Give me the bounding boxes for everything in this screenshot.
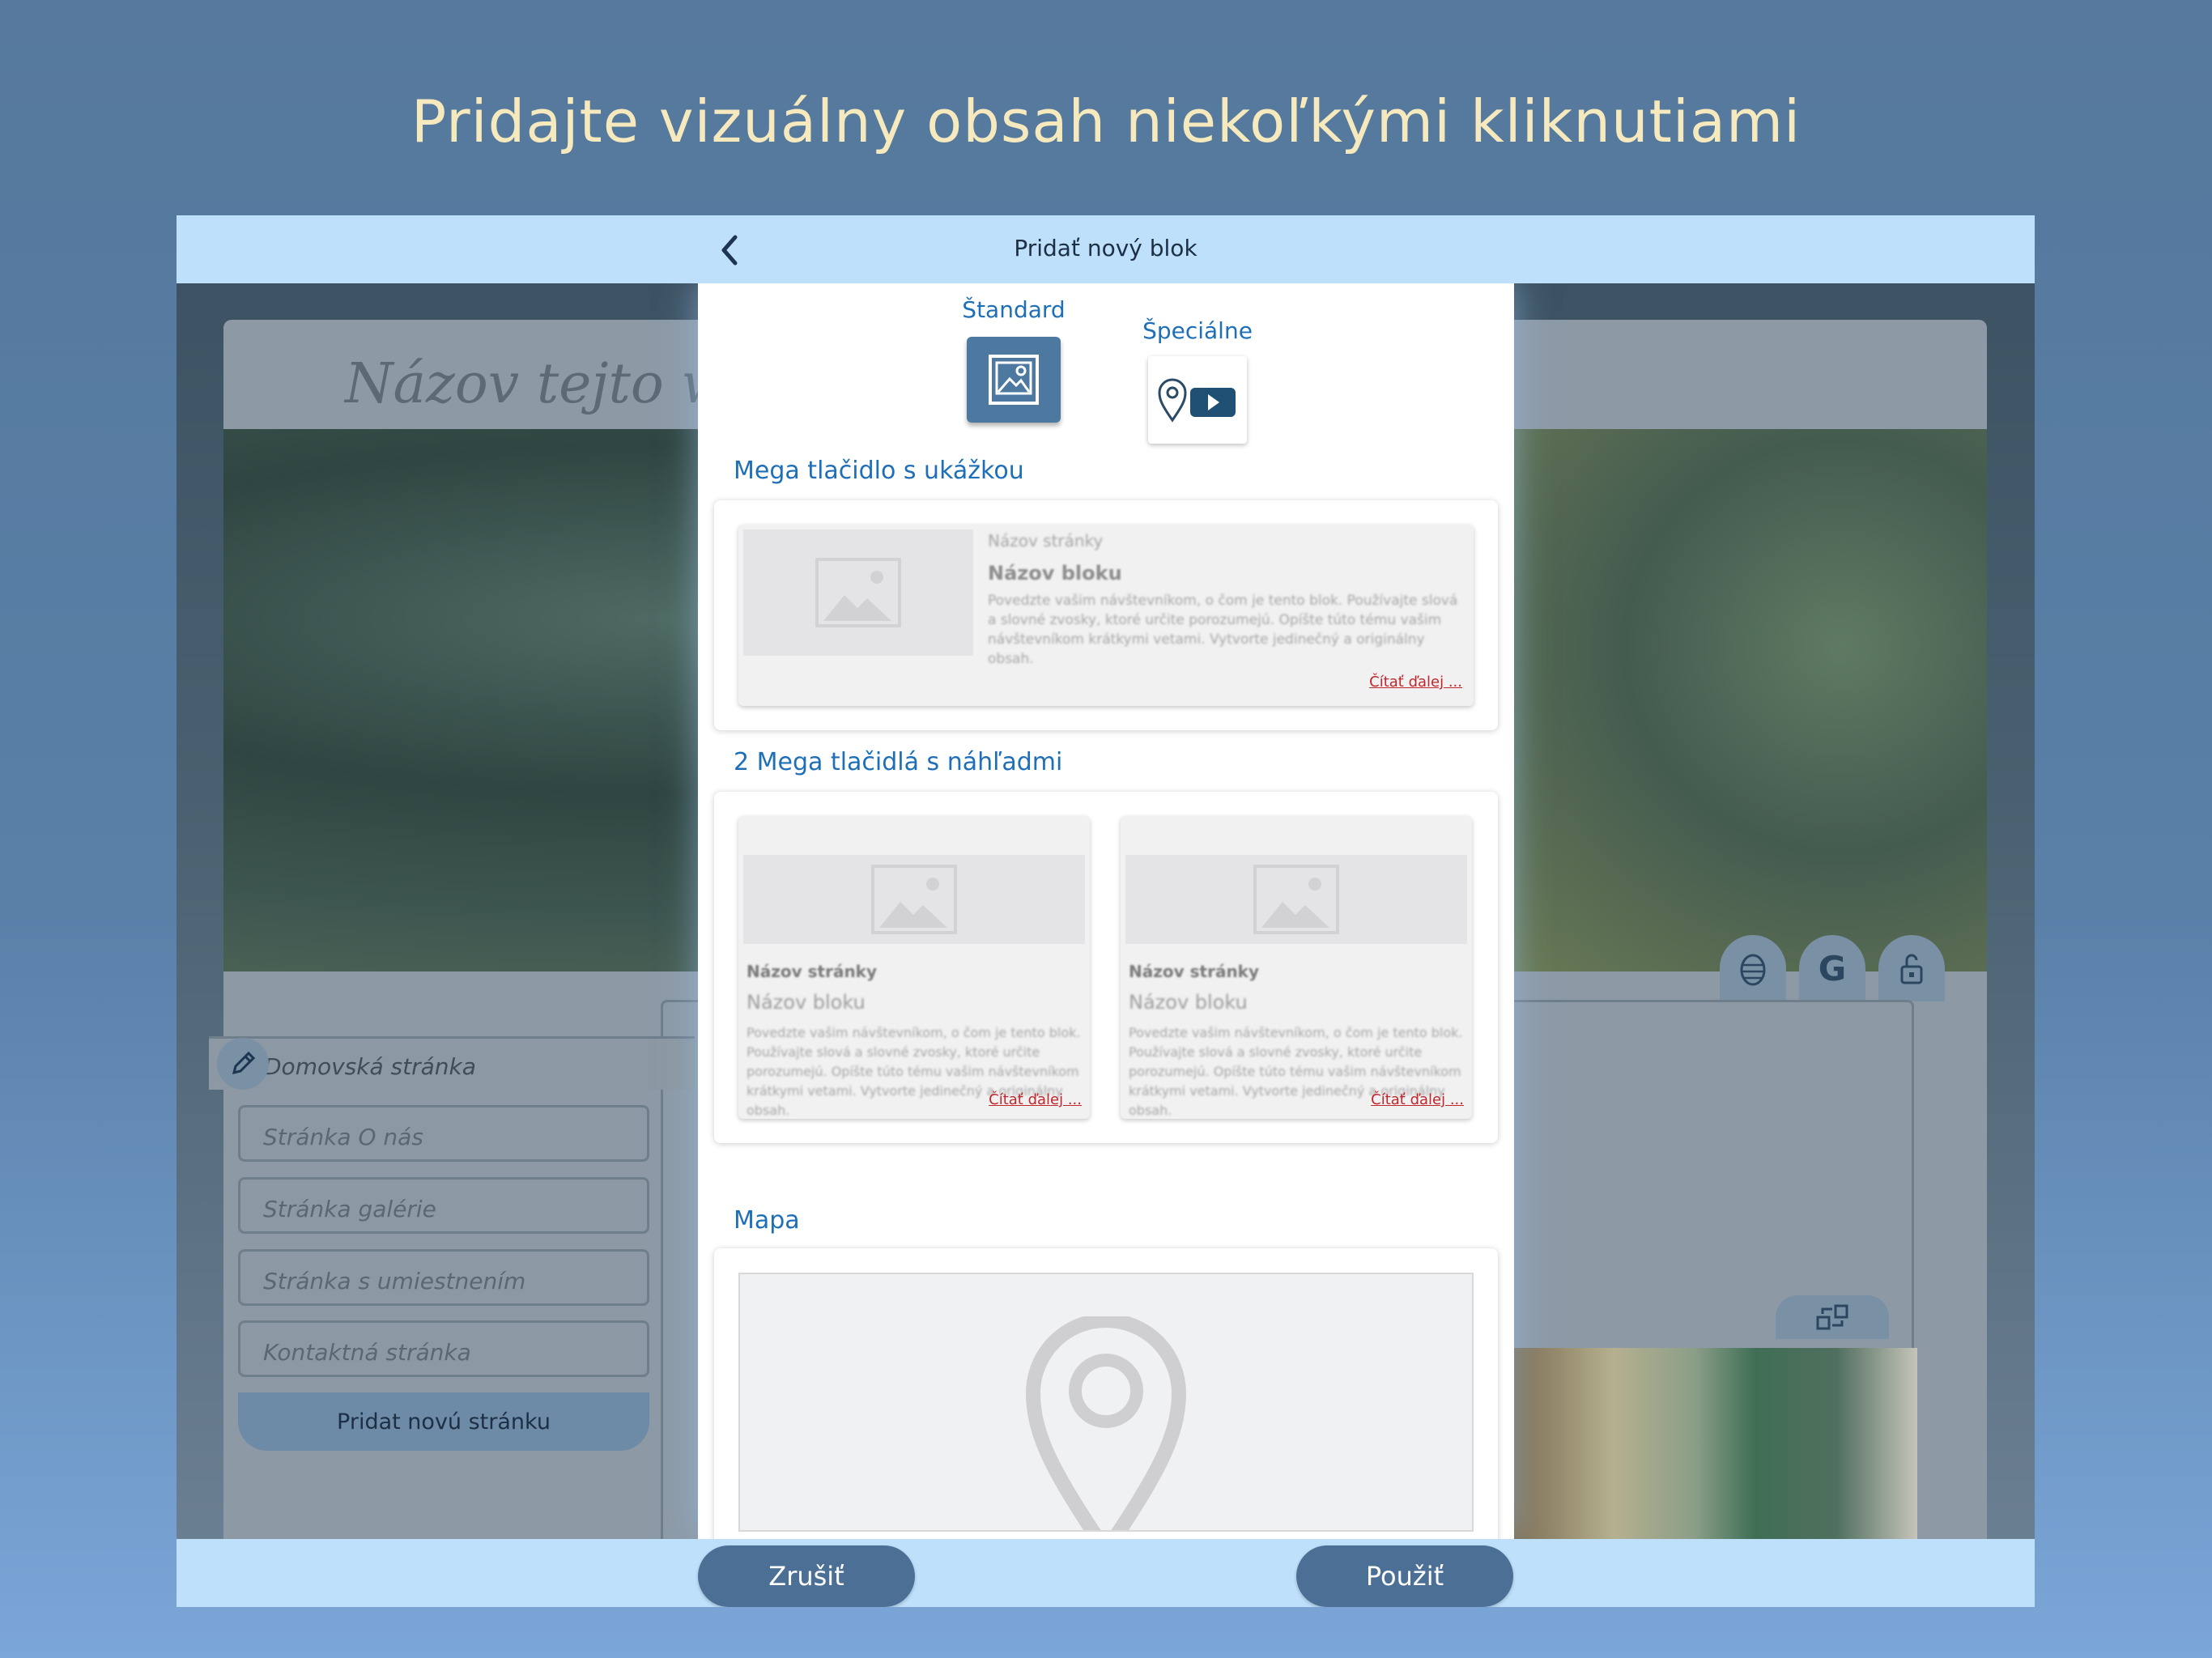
map-preview	[738, 1273, 1474, 1532]
apply-button[interactable]: Použiť	[1296, 1545, 1513, 1607]
placeholder-image-icon	[743, 529, 973, 656]
home-page-item[interactable]: Domovská stránka	[209, 1036, 695, 1090]
card-block-name: Názov bloku	[988, 562, 1122, 585]
nav-item-about[interactable]: Stránka O nás	[238, 1105, 649, 1162]
placeholder-image-icon	[1125, 855, 1467, 944]
headline: Pridajte vizuálny obsah niekoľkými klikn…	[410, 87, 1802, 155]
read-more-link: Čítať ďalej ...	[989, 1091, 1082, 1108]
card-page-name: Názov stránky	[747, 962, 878, 981]
tab-special-label[interactable]: Špeciálne	[1117, 317, 1278, 344]
top-bar: Pridať nový blok	[177, 215, 2035, 283]
nav-item-location[interactable]: Stránka s umiestnením	[238, 1249, 649, 1306]
block-option-mega-button[interactable]: Názov stránky Názov bloku Povedzte vašim…	[714, 500, 1498, 730]
cancel-button[interactable]: Zrušiť	[698, 1545, 915, 1607]
read-more-link: Čítať ďalej ...	[1371, 1091, 1464, 1108]
card-block-name: Názov bloku	[1129, 991, 1248, 1014]
bottom-bar: Zrušiť Použiť	[177, 1539, 2035, 1607]
tab-special[interactable]	[1148, 356, 1247, 444]
section-title-mega-button: Mega tlačidlo s ukážkou	[734, 457, 1024, 485]
block-option-map[interactable]	[714, 1248, 1498, 1539]
unlock-icon[interactable]	[1878, 935, 1945, 1001]
add-page-button[interactable]: Pridat novú stránku	[238, 1392, 649, 1451]
easter-egg-icon[interactable]	[1720, 935, 1786, 1001]
nav-item-contact[interactable]: Kontaktná stránka	[238, 1320, 649, 1377]
block-preview-card: Názov stránky Názov bloku Povedzte vašim…	[738, 525, 1474, 706]
block-preview-card-left: Názov stránky Názov bloku Povedzte vašim…	[738, 816, 1090, 1119]
block-option-two-mega-buttons[interactable]: Názov stránky Názov bloku Povedzte vašim…	[714, 792, 1498, 1143]
block-type-tabs: Štandard Špeciálne	[698, 283, 1514, 445]
app-window: Názov tejto web G Domovská stránka Strán…	[177, 215, 2035, 1607]
tab-standard-label[interactable]: Štandard	[933, 296, 1095, 323]
card-page-name: Názov stránky	[988, 531, 1104, 551]
nav-item-gallery[interactable]: Stránka galérie	[238, 1177, 649, 1234]
pencil-icon[interactable]	[217, 1038, 269, 1090]
placeholder-image-icon	[743, 855, 1085, 944]
dialog-title: Pridať nový blok	[1014, 235, 1197, 261]
map-pin-icon	[1025, 1316, 1187, 1530]
tab-standard[interactable]	[967, 337, 1061, 423]
google-icon[interactable]: G	[1799, 935, 1865, 1001]
add-block-dialog: Štandard Špeciálne Mega tlačidlo s ukážk…	[698, 283, 1514, 1539]
image-icon	[989, 355, 1039, 405]
hero-image-right	[1501, 429, 1987, 971]
section-title-two-mega-buttons: 2 Mega tlačidlá s náhľadmi	[734, 748, 1063, 776]
card-page-name: Názov stránky	[1129, 962, 1260, 981]
read-more-link: Čítať ďalej ...	[1369, 674, 1462, 691]
map-video-icon	[1158, 378, 1236, 423]
swap-layout-icon[interactable]	[1776, 1295, 1889, 1339]
section-title-map: Mapa	[734, 1206, 800, 1235]
block-preview-card-right: Názov stránky Názov bloku Povedzte vašim…	[1121, 816, 1472, 1119]
card-description: Povedzte vašim návštevníkom, o čom je te…	[988, 593, 1458, 667]
card-block-name: Názov bloku	[747, 991, 866, 1014]
